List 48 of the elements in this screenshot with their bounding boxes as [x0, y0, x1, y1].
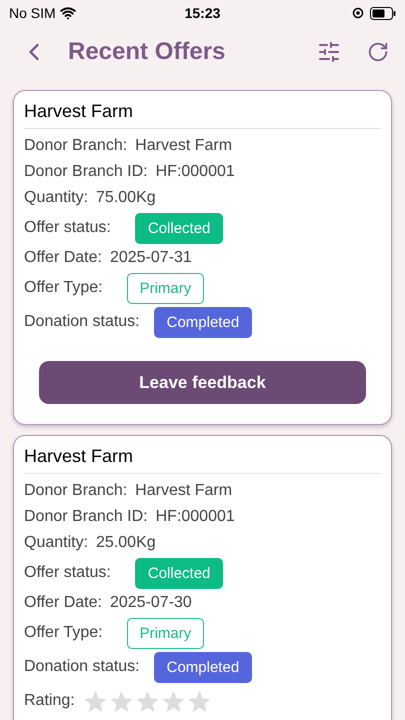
field-label: Donor Branch ID: [24, 163, 148, 181]
clock-time: 15:23 [184, 5, 220, 21]
status-badge: Collected [134, 212, 224, 244]
refresh-button[interactable] [367, 41, 389, 63]
field-label: Offer status: [24, 564, 111, 582]
field-label: Donation status: [24, 313, 140, 331]
field-label: Donor Branch ID: [24, 508, 148, 526]
field-value: 75.00Kg [96, 189, 156, 207]
field-value: 2025-07-30 [110, 594, 192, 612]
field-label: Offer Date: [24, 249, 102, 267]
field-value: 25.00Kg [96, 534, 156, 552]
status-badge: Collected [134, 558, 224, 588]
star-icon[interactable] [134, 688, 160, 714]
feedback-button[interactable]: Leave feedback [39, 361, 366, 404]
field-value: HF:000001 [156, 163, 235, 181]
status-badge: Primary [126, 272, 204, 304]
filter-button[interactable] [317, 40, 341, 64]
star-icon[interactable] [82, 688, 108, 714]
field-label: Offer status: [24, 219, 111, 237]
status-badge: Primary [126, 618, 204, 648]
field-label: Donor Branch: [24, 137, 128, 155]
wifi-icon [60, 5, 76, 21]
star-icon[interactable] [108, 688, 134, 714]
field-value: 2025-07-31 [110, 249, 192, 267]
field-label: Quantity: [24, 534, 88, 552]
orientation-lock-icon [352, 7, 364, 19]
card-title: Harvest Farm [24, 446, 381, 474]
field-label: Donor Branch: [24, 482, 128, 500]
battery-icon [370, 6, 396, 20]
field-label: Rating: [24, 692, 75, 710]
page-title: Recent Offers [68, 38, 226, 66]
status-badge: Completed [154, 306, 252, 338]
star-rating[interactable] [82, 688, 212, 714]
field-value: Harvest Farm [135, 137, 232, 155]
carrier-label: No SIM [9, 5, 56, 21]
field-label: Donation status: [24, 658, 140, 676]
field-label: Offer Type: [24, 624, 103, 642]
status-badge: Completed [154, 652, 252, 682]
star-icon[interactable] [160, 688, 186, 714]
field-value: Harvest Farm [135, 482, 232, 500]
filter-icon [317, 40, 341, 64]
field-label: Offer Date: [24, 594, 102, 612]
field-value: HF:000001 [156, 508, 235, 526]
star-icon[interactable] [186, 688, 212, 714]
field-label: Offer Type: [24, 279, 103, 297]
field-label: Quantity: [24, 189, 88, 207]
card-title: Harvest Farm [24, 101, 381, 129]
refresh-icon [367, 41, 389, 63]
